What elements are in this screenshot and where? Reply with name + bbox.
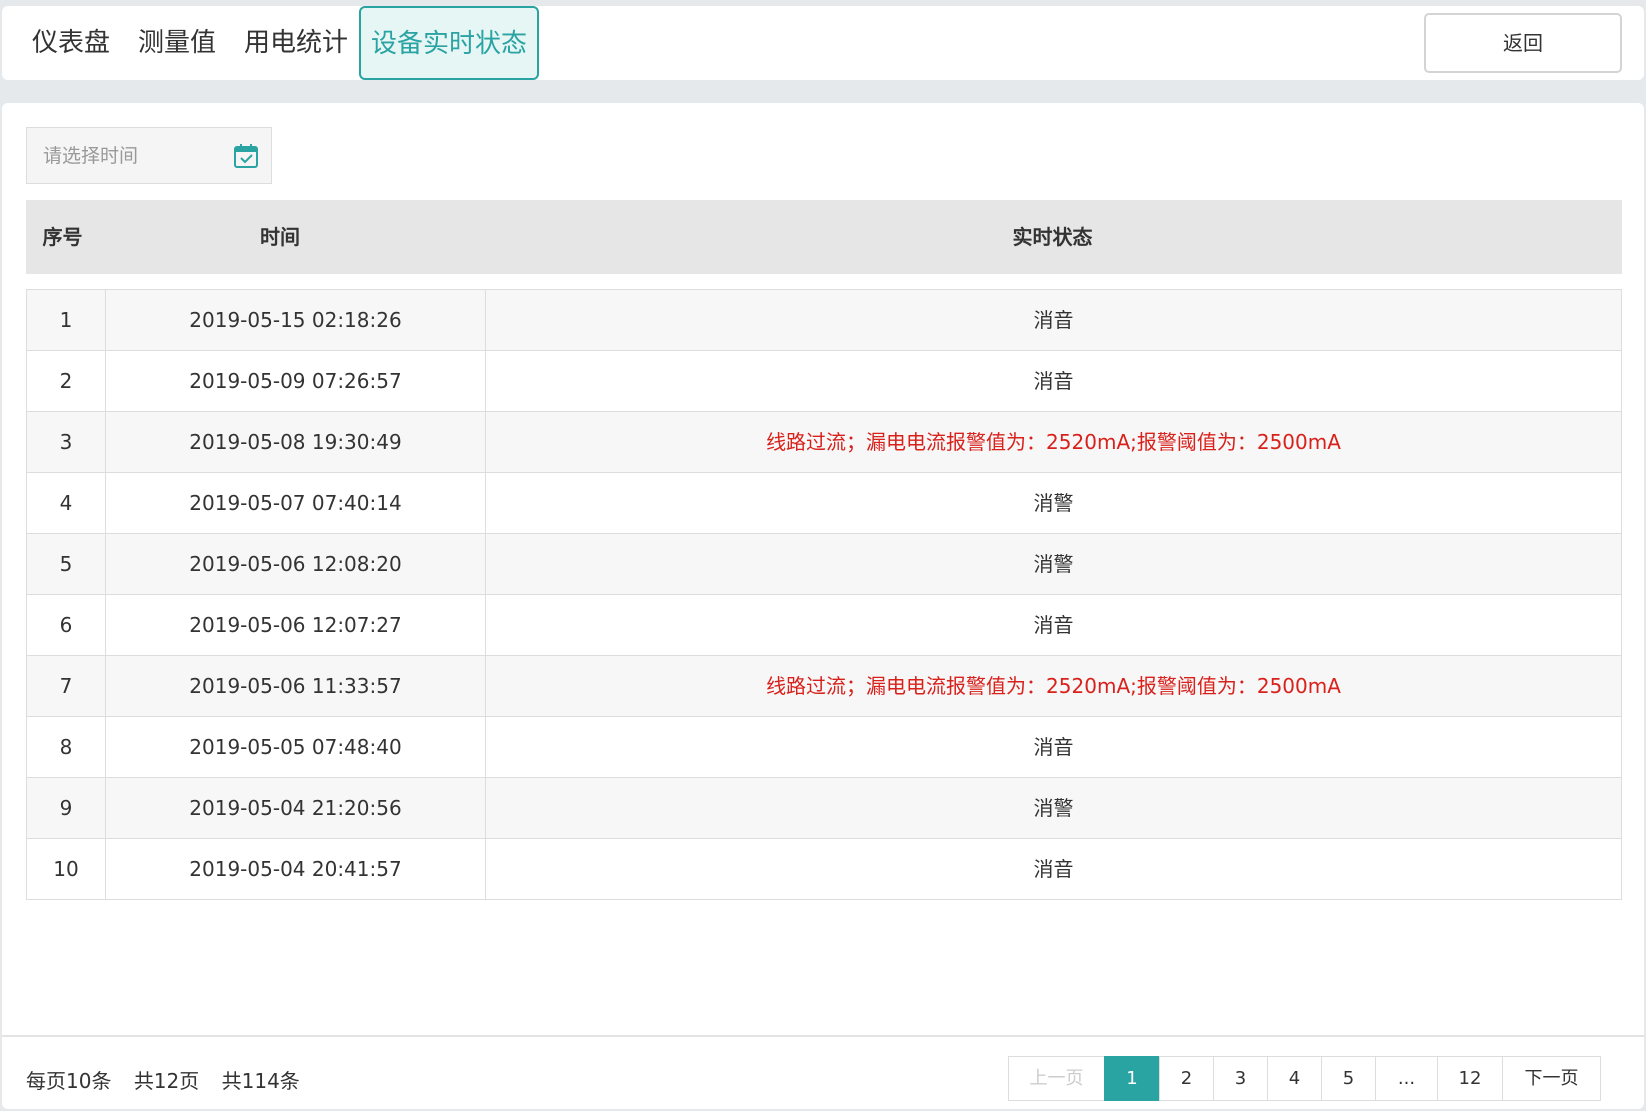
row-time: 2019-05-05 07:48:40 <box>106 717 486 777</box>
date-input[interactable] <box>27 128 227 183</box>
table-row: 6 2019-05-06 12:07:27 消音 <box>27 595 1621 656</box>
row-status: 消音 <box>1033 613 1074 637</box>
row-time: 2019-05-06 12:07:27 <box>106 595 486 655</box>
page-size-text: 每页10条 <box>26 1069 112 1093</box>
column-header-index: 序号 <box>42 225 83 249</box>
row-status: 线路过流；漏电电流报警值为：2520mA;报警阈值为：2500mA <box>766 674 1341 698</box>
column-header-status: 实时状态 <box>1012 225 1093 249</box>
calendar-icon[interactable] <box>233 143 259 169</box>
row-time: 2019-05-04 20:41:57 <box>106 839 486 899</box>
row-index: 10 <box>27 839 106 899</box>
row-status: 消音 <box>1033 308 1074 332</box>
row-index: 7 <box>27 656 106 716</box>
row-time: 2019-05-06 12:08:20 <box>106 534 486 594</box>
row-status: 消音 <box>1033 735 1074 759</box>
row-index: 1 <box>27 290 106 350</box>
row-time: 2019-05-09 07:26:57 <box>106 351 486 411</box>
row-time: 2019-05-08 19:30:49 <box>106 412 486 472</box>
row-index: 3 <box>27 412 106 472</box>
table-row: 1 2019-05-15 02:18:26 消音 <box>27 290 1621 351</box>
page-button-3[interactable]: 3 <box>1213 1056 1268 1101</box>
page-button-5[interactable]: 5 <box>1321 1056 1376 1101</box>
table-row: 9 2019-05-04 21:20:56 消警 <box>27 778 1621 839</box>
row-time: 2019-05-06 11:33:57 <box>106 656 486 716</box>
row-time: 2019-05-07 07:40:14 <box>106 473 486 533</box>
table-body: 1 2019-05-15 02:18:26 消音 2 2019-05-09 07… <box>26 289 1622 900</box>
page-button-1[interactable]: 1 <box>1104 1056 1160 1101</box>
table-row: 3 2019-05-08 19:30:49 线路过流；漏电电流报警值为：2520… <box>27 412 1621 473</box>
row-status: 消警 <box>1033 796 1074 820</box>
pagination-summary: 每页10条 共12页 共114条 <box>26 1058 316 1104</box>
row-time: 2019-05-04 21:20:56 <box>106 778 486 838</box>
table-row: 4 2019-05-07 07:40:14 消警 <box>27 473 1621 534</box>
column-header-time: 时间 <box>260 225 300 249</box>
main-panel: 序号 时间 实时状态 1 2019-05-15 02:18:26 消音 2 20… <box>2 103 1644 1109</box>
back-button[interactable]: 返回 <box>1424 13 1622 73</box>
total-pages-text: 共12页 <box>133 1069 200 1093</box>
table-row: 8 2019-05-05 07:48:40 消音 <box>27 717 1621 778</box>
page-button-4[interactable]: 4 <box>1267 1056 1322 1101</box>
row-index: 5 <box>27 534 106 594</box>
pagination: 上一页 1 2 3 4 5 ... 12 下一页 <box>1008 1056 1601 1101</box>
table-row: 10 2019-05-04 20:41:57 消音 <box>27 839 1621 900</box>
table-row: 2 2019-05-09 07:26:57 消音 <box>27 351 1621 412</box>
table-row: 7 2019-05-06 11:33:57 线路过流；漏电电流报警值为：2520… <box>27 656 1621 717</box>
table-header: 序号 时间 实时状态 <box>26 200 1622 274</box>
row-time: 2019-05-15 02:18:26 <box>106 290 486 350</box>
tab-power-statistics[interactable]: 用电统计 <box>244 6 348 80</box>
next-page-button[interactable]: 下一页 <box>1502 1056 1601 1101</box>
tab-device-realtime-status[interactable]: 设备实时状态 <box>359 6 539 80</box>
row-index: 4 <box>27 473 106 533</box>
row-index: 9 <box>27 778 106 838</box>
page-button-12[interactable]: 12 <box>1437 1056 1503 1101</box>
row-status: 消警 <box>1033 552 1074 576</box>
page-button-2[interactable]: 2 <box>1159 1056 1214 1101</box>
row-index: 2 <box>27 351 106 411</box>
row-status: 消警 <box>1033 491 1074 515</box>
page-ellipsis: ... <box>1375 1056 1438 1101</box>
table-row: 5 2019-05-06 12:08:20 消警 <box>27 534 1621 595</box>
prev-page-button[interactable]: 上一页 <box>1008 1056 1105 1101</box>
date-picker[interactable] <box>26 127 272 184</box>
tab-measurements[interactable]: 测量值 <box>138 6 216 80</box>
tab-dashboard[interactable]: 仪表盘 <box>32 6 110 80</box>
row-status: 线路过流；漏电电流报警值为：2520mA;报警阈值为：2500mA <box>766 430 1341 454</box>
row-status: 消音 <box>1033 369 1074 393</box>
row-index: 8 <box>27 717 106 777</box>
total-records-text: 共114条 <box>221 1069 300 1093</box>
footer-divider <box>2 1035 1644 1037</box>
top-navigation-bar: 仪表盘 测量值 用电统计 设备实时状态 返回 <box>2 6 1644 80</box>
row-index: 6 <box>27 595 106 655</box>
row-status: 消音 <box>1033 857 1074 881</box>
